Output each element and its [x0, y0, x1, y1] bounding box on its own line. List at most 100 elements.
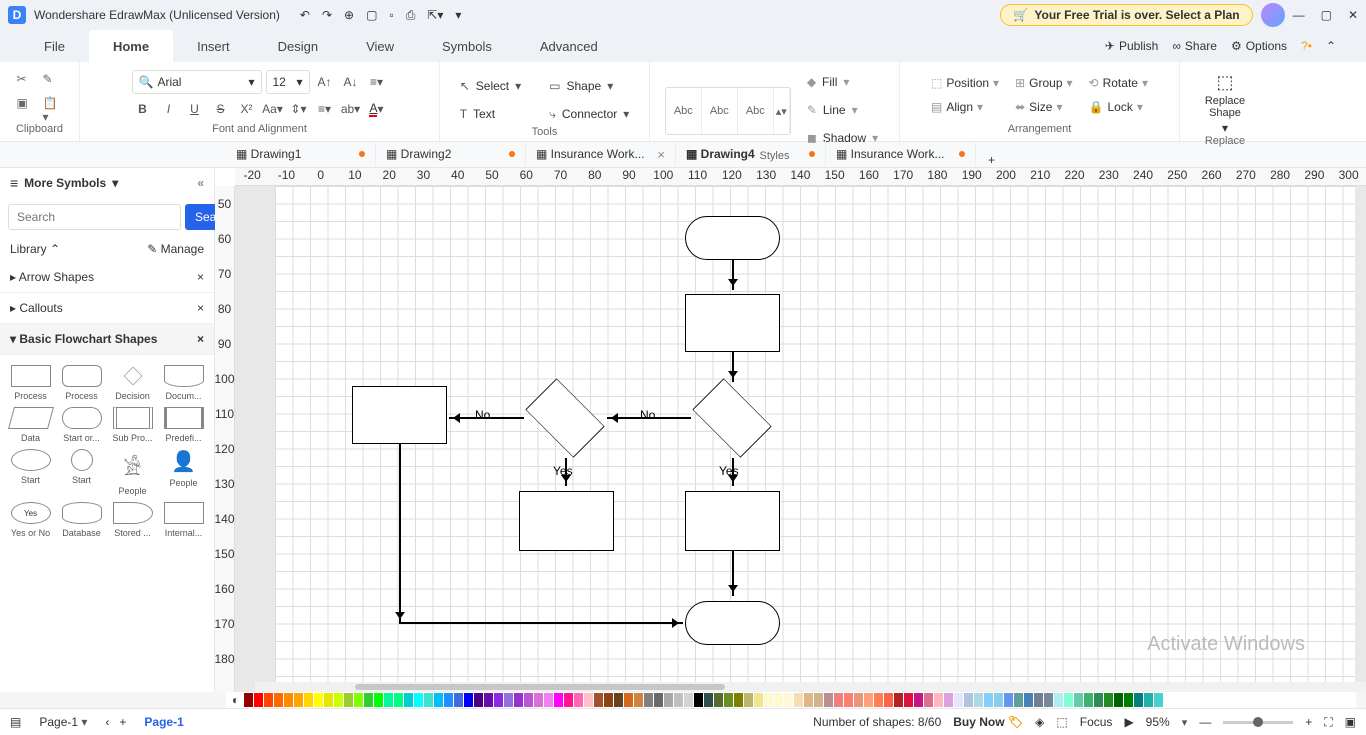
close-icon[interactable]: ✕ [1348, 8, 1358, 22]
color-swatch[interactable] [274, 693, 283, 707]
color-swatch[interactable] [1134, 693, 1143, 707]
shape-stored[interactable]: Stored ... [108, 500, 157, 540]
case-icon[interactable]: Aa▾ [262, 98, 284, 120]
help-icon[interactable]: ?• [1301, 39, 1312, 53]
color-swatch[interactable] [414, 693, 423, 707]
color-swatch[interactable] [884, 693, 893, 707]
shape-decision[interactable]: Decision [108, 363, 157, 403]
bold-icon[interactable]: B [132, 98, 154, 120]
color-swatch[interactable] [1024, 693, 1033, 707]
color-swatch[interactable] [634, 693, 643, 707]
text-tool[interactable]: T Text [454, 102, 527, 126]
color-swatch[interactable] [544, 693, 553, 707]
color-swatch[interactable] [504, 693, 513, 707]
doc-tab-drawing4[interactable]: ▦ Drawing4 [676, 141, 826, 167]
shape-subprocess[interactable]: Sub Pro... [108, 405, 157, 445]
highlight-icon[interactable]: ab▾ [340, 98, 362, 120]
shape-people-2[interactable]: 👤People [159, 447, 208, 498]
fill-button[interactable]: ◆ Fill▾ [801, 70, 884, 94]
color-swatch[interactable] [704, 693, 713, 707]
flow-start-terminator[interactable] [685, 216, 780, 260]
color-swatch[interactable] [654, 693, 663, 707]
flow-end-terminator[interactable] [685, 601, 780, 645]
eyedropper-icon[interactable]: ◐ [232, 693, 239, 707]
shape-yesno[interactable]: YesYes or No [6, 500, 55, 540]
color-swatch[interactable] [974, 693, 983, 707]
maximize-icon[interactable]: ▢ [1321, 8, 1332, 22]
color-swatch[interactable] [924, 693, 933, 707]
open-icon[interactable]: ▢ [366, 8, 377, 23]
collapse-icon[interactable]: « [197, 176, 204, 190]
flow-decision-2[interactable] [525, 378, 605, 458]
color-swatch[interactable] [764, 693, 773, 707]
flow-arrow[interactable] [399, 622, 683, 624]
shape-internal[interactable]: Internal... [159, 500, 208, 540]
color-swatch[interactable] [404, 693, 413, 707]
color-swatch[interactable] [534, 693, 543, 707]
color-swatch[interactable] [574, 693, 583, 707]
color-swatch[interactable] [444, 693, 453, 707]
color-swatch[interactable] [874, 693, 883, 707]
color-swatch[interactable] [914, 693, 923, 707]
shape-predefined[interactable]: Predefi... [159, 405, 208, 445]
color-swatch[interactable] [514, 693, 523, 707]
font-color-icon[interactable]: A▾ [366, 98, 388, 120]
color-swatch[interactable] [314, 693, 323, 707]
font-size-select[interactable]: 12▾ [266, 70, 310, 94]
menu-symbols[interactable]: Symbols [418, 30, 516, 62]
format-painter-icon[interactable]: ✎ [43, 72, 63, 90]
drawing-page[interactable]: No No Yes Yes Activate Windows [275, 186, 1355, 692]
color-swatch[interactable] [334, 693, 343, 707]
new-tab-button[interactable]: + [976, 153, 1007, 167]
color-swatch[interactable] [454, 693, 463, 707]
replace-shape-icon[interactable]: ⬚ [1216, 72, 1233, 93]
flow-process-br[interactable] [685, 491, 780, 551]
color-swatch[interactable] [994, 693, 1003, 707]
layers-icon[interactable]: ◈ [1035, 715, 1044, 729]
color-swatch[interactable] [244, 693, 253, 707]
color-swatch[interactable] [1114, 693, 1123, 707]
lock-button[interactable]: 🔒 Lock▾ [1089, 96, 1148, 118]
color-swatch[interactable] [294, 693, 303, 707]
color-swatch[interactable] [614, 693, 623, 707]
color-swatch[interactable] [1054, 693, 1063, 707]
color-swatch[interactable] [964, 693, 973, 707]
menu-view[interactable]: View [342, 30, 418, 62]
color-swatch[interactable] [474, 693, 483, 707]
focus-button[interactable]: Focus [1080, 715, 1113, 729]
doc-tab-drawing1[interactable]: ▦ Drawing1 [226, 141, 376, 167]
symbol-search-input[interactable] [8, 204, 181, 230]
fit-page-icon[interactable]: ⛶ [1324, 715, 1332, 730]
line-button[interactable]: ✎ Line▾ [801, 98, 884, 122]
align-icon[interactable]: ≡▾ [366, 71, 388, 93]
shape-start-ellipse[interactable]: Start [6, 447, 55, 498]
doc-tab-insurance1[interactable]: ▦ Insurance Work...× [526, 141, 676, 167]
color-swatch[interactable] [954, 693, 963, 707]
paste-icon[interactable]: 📋▾ [43, 96, 63, 114]
color-swatch[interactable] [424, 693, 433, 707]
color-swatch[interactable] [854, 693, 863, 707]
redo-icon[interactable]: ↷ [322, 8, 332, 23]
options-button[interactable]: ⚙ Options [1231, 39, 1287, 53]
color-swatch[interactable] [1004, 693, 1013, 707]
color-swatch[interactable] [494, 693, 503, 707]
color-swatch[interactable] [1094, 693, 1103, 707]
zoom-out-icon[interactable]: — [1199, 715, 1211, 729]
flow-process-left[interactable] [352, 386, 447, 444]
copy-icon[interactable]: ▣ [17, 96, 37, 114]
color-swatch[interactable] [254, 693, 263, 707]
color-swatch[interactable] [944, 693, 953, 707]
bullets-icon[interactable]: ≡▾ [314, 98, 336, 120]
color-swatch[interactable] [664, 693, 673, 707]
color-swatch[interactable] [604, 693, 613, 707]
doc-tab-insurance2[interactable]: ▦ Insurance Work... [826, 141, 976, 167]
new-icon[interactable]: ⊕ [344, 8, 354, 23]
strike-icon[interactable]: S [210, 98, 232, 120]
color-swatch[interactable] [744, 693, 753, 707]
color-swatch[interactable] [674, 693, 683, 707]
size-button[interactable]: ⬌ Size▾ [1015, 96, 1072, 118]
cut-icon[interactable]: ✂ [17, 72, 37, 90]
color-swatch[interactable] [1154, 693, 1163, 707]
zoom-in-icon[interactable]: + [1305, 715, 1312, 729]
shape-data[interactable]: Data [6, 405, 55, 445]
